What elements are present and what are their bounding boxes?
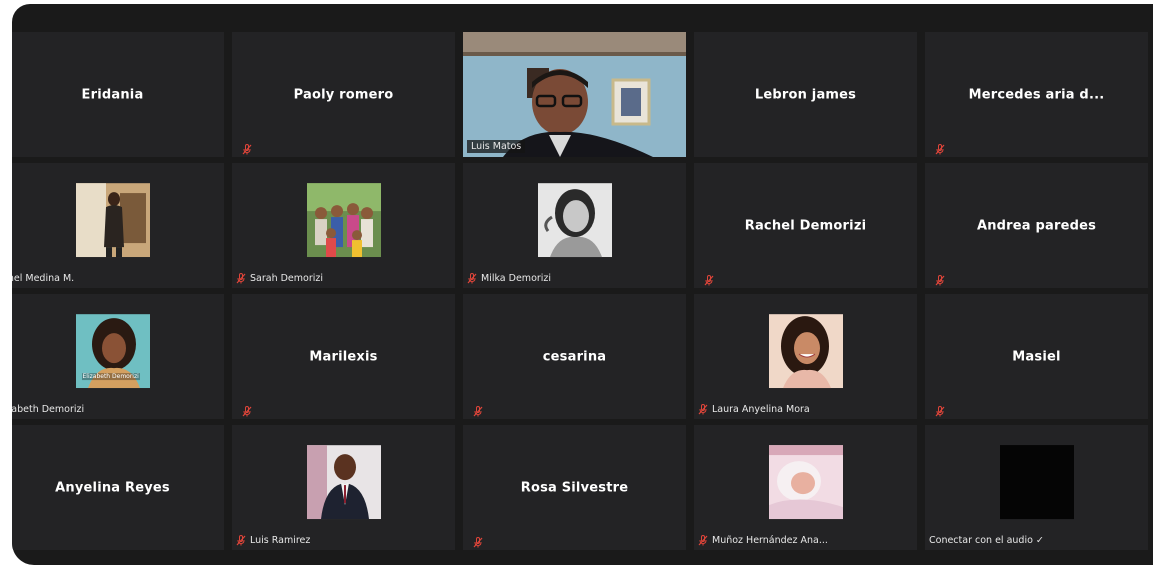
participant-tile[interactable]: Milka Demorizi xyxy=(463,163,686,288)
participant-name-label: Laura Anyelina Mora xyxy=(698,404,810,415)
participant-name: Elizabeth Demorizi xyxy=(12,404,85,415)
participant-tile[interactable]: Mercedes aria d... xyxy=(925,32,1148,157)
meeting-window: Eridania Paoly romero Luis Matos Lebron … xyxy=(12,4,1153,565)
participant-tile[interactable]: Marilexis xyxy=(232,294,455,419)
participant-tile[interactable]: Rachel Demorizi xyxy=(694,163,917,288)
participant-tile[interactable]: Rosa Silvestre xyxy=(463,425,686,550)
participant-name-label: Conectar con el audio ✓ xyxy=(929,535,1044,546)
profile-picture xyxy=(537,182,612,257)
participant-tile[interactable]: cesarina xyxy=(463,294,686,419)
participant-name: Rachel Demorizi xyxy=(744,218,867,233)
participant-tile[interactable]: Paoly romero xyxy=(232,32,455,157)
profile-picture xyxy=(768,444,843,519)
photo-caption: Elizabeth Demorizi xyxy=(81,372,140,380)
participant-name: Paoly romero xyxy=(293,87,394,102)
muted-mic-icon xyxy=(704,271,714,286)
participant-name: Rainel Medina M. xyxy=(12,273,75,284)
participant-tile[interactable]: Muñoz Hernández Ana... xyxy=(694,425,917,550)
participant-tile[interactable]: Laura Anyelina Mora xyxy=(694,294,917,419)
participant-name-label: Sarah Demorizi xyxy=(236,273,323,284)
participant-name: Sarah Demorizi xyxy=(250,273,324,284)
participant-name-label: Elizabeth Demorizi xyxy=(12,404,84,415)
participant-name: Milka Demorizi xyxy=(481,273,552,284)
gallery-grid: Eridania Paoly romero Luis Matos Lebron … xyxy=(12,32,1148,550)
participant-tile[interactable]: Masiel xyxy=(925,294,1148,419)
participant-name: Andrea paredes xyxy=(976,218,1097,233)
participant-name: Luis Matos xyxy=(471,141,522,152)
profile-picture: Elizabeth Demorizi xyxy=(75,313,150,388)
participant-tile[interactable]: Sarah Demorizi xyxy=(232,163,455,288)
muted-mic-icon xyxy=(698,535,708,546)
participant-name-label: Milka Demorizi xyxy=(467,273,551,284)
video-off-placeholder xyxy=(999,444,1074,519)
participant-tile-active-speaker[interactable]: Luis Matos xyxy=(463,32,686,157)
participant-name: Lebron james xyxy=(754,87,857,102)
participant-name-label: Rainel Medina M. xyxy=(12,273,74,284)
muted-mic-icon xyxy=(935,402,945,417)
participant-tile[interactable]: Lebron james xyxy=(694,32,917,157)
participant-name: cesarina xyxy=(542,349,607,364)
profile-picture xyxy=(75,182,150,257)
participant-tile[interactable]: Andrea paredes xyxy=(925,163,1148,288)
participant-name: Conectar con el audio ✓ xyxy=(929,535,1044,546)
participant-tile[interactable]: Luis Ramirez xyxy=(232,425,455,550)
participant-name: Eridania xyxy=(81,87,144,102)
participant-tile[interactable]: Rainel Medina M. xyxy=(12,163,224,288)
participant-name: Laura Anyelina Mora xyxy=(712,404,810,415)
muted-mic-icon xyxy=(242,402,252,417)
muted-mic-icon xyxy=(473,402,483,417)
profile-picture xyxy=(306,444,381,519)
participant-name-label: Muñoz Hernández Ana... xyxy=(698,535,828,546)
participant-video xyxy=(463,32,686,157)
participant-tile[interactable]: Elizabeth Demorizi Elizabeth Demorizi xyxy=(12,294,224,419)
muted-mic-icon xyxy=(236,535,246,546)
muted-mic-icon xyxy=(236,273,246,284)
participant-tile[interactable]: Conectar con el audio ✓ xyxy=(925,425,1148,550)
muted-mic-icon xyxy=(935,140,945,155)
muted-mic-icon xyxy=(473,533,483,548)
muted-mic-icon xyxy=(467,273,477,284)
participant-tile[interactable]: Anyelina Reyes xyxy=(12,425,224,550)
participant-name: Rosa Silvestre xyxy=(520,480,629,495)
participant-name: Anyelina Reyes xyxy=(55,480,170,495)
participant-name-label: Luis Matos xyxy=(467,140,526,153)
participant-name: Marilexis xyxy=(309,349,378,364)
muted-mic-icon xyxy=(242,140,252,155)
participant-name: Masiel xyxy=(1012,349,1061,364)
muted-mic-icon xyxy=(698,404,708,415)
profile-picture xyxy=(768,313,843,388)
participant-name: Muñoz Hernández Ana... xyxy=(712,535,828,546)
muted-mic-icon xyxy=(935,271,945,286)
profile-picture xyxy=(306,182,381,257)
participant-name: Luis Ramirez xyxy=(250,535,311,546)
participant-name: Mercedes aria d... xyxy=(968,87,1105,102)
participant-tile[interactable]: Eridania xyxy=(12,32,224,157)
participant-name-label: Luis Ramirez xyxy=(236,535,310,546)
